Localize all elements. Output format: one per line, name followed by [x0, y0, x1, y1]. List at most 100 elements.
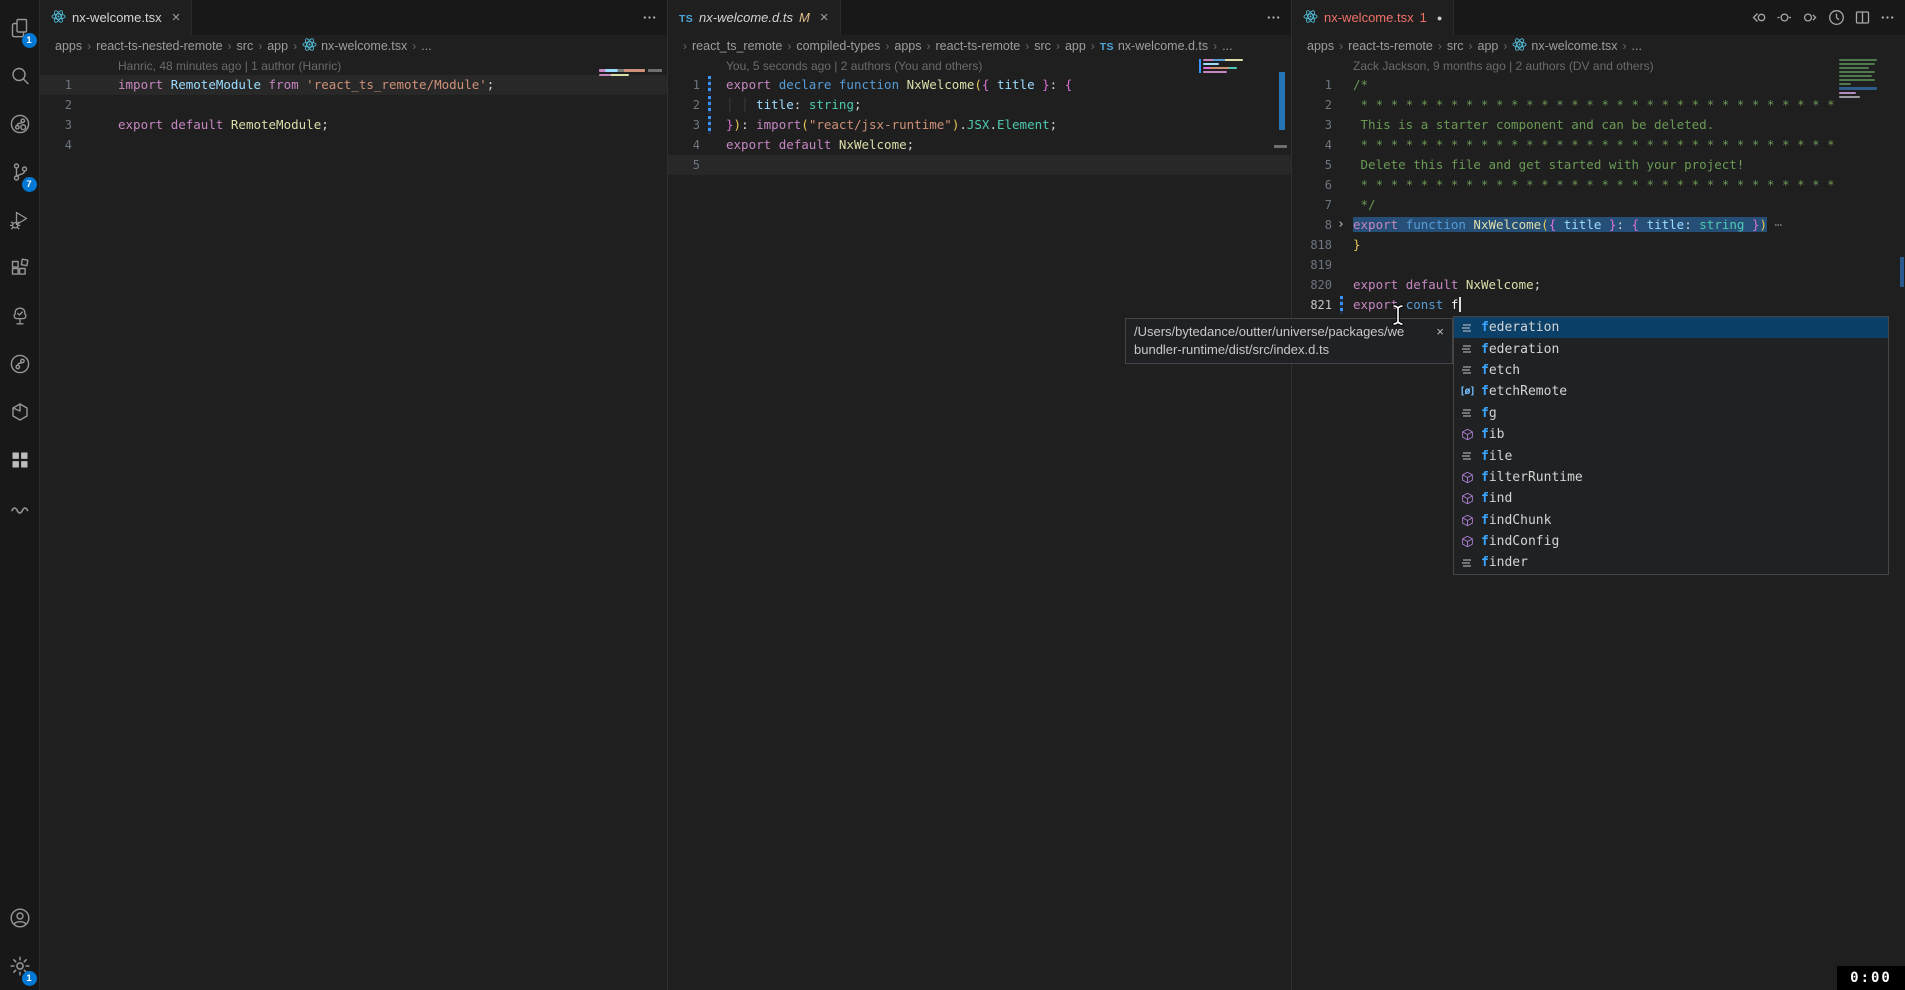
- nav-back-icon[interactable]: [1750, 9, 1767, 26]
- tab-nx-welcome.tsx[interactable]: nx-welcome.tsx1●: [1292, 0, 1454, 35]
- breadcrumb-item[interactable]: compiled-types: [796, 39, 880, 53]
- symbol-method-icon: [1459, 428, 1475, 441]
- activitybar-squiggle-icon[interactable]: [0, 484, 40, 532]
- minimap[interactable]: [1199, 59, 1243, 73]
- breadcrumb-item[interactable]: ...: [1222, 39, 1232, 53]
- suggest-item-find[interactable]: find: [1454, 488, 1888, 509]
- suggest-item-federation[interactable]: federation: [1454, 317, 1888, 338]
- code-line: 1import RemoteModule from 'react_ts_remo…: [40, 75, 667, 95]
- symbol-method-icon: [1459, 514, 1475, 527]
- breadcrumb-separator: ›: [1438, 39, 1442, 53]
- nav-forward-icon[interactable]: [1802, 9, 1819, 26]
- symbol-value-icon: [ø]: [1459, 386, 1475, 397]
- code-line: 818}: [1292, 235, 1905, 255]
- breadcrumb-item[interactable]: react-ts-remote: [936, 39, 1021, 53]
- gutter-decoration: [700, 135, 726, 155]
- code-text: export default NxWelcome;: [726, 135, 1291, 155]
- breadcrumb-item[interactable]: nx-welcome.tsx: [302, 37, 407, 55]
- tab-close-icon[interactable]: ×: [172, 10, 181, 25]
- suggest-item-fg[interactable]: fg: [1454, 403, 1888, 424]
- code-text: export declare function NxWelcome({ titl…: [726, 75, 1291, 95]
- activitybar-explorer-icon[interactable]: 1: [0, 4, 40, 52]
- breadcrumb-label: app: [1478, 39, 1499, 53]
- breadcrumb-item[interactable]: app: [1478, 39, 1499, 53]
- code-text: export default NxWelcome;: [1353, 275, 1905, 295]
- git-modified-gutter-marker: [708, 76, 711, 94]
- breadcrumb-item[interactable]: app: [1065, 39, 1086, 53]
- breadcrumb-item[interactable]: src: [237, 39, 254, 53]
- breadcrumb-label: apps: [894, 39, 921, 53]
- suggest-item-filterRuntime[interactable]: filterRuntime: [1454, 467, 1888, 488]
- activitybar-gitlens-icon[interactable]: [0, 100, 40, 148]
- fold-collapsed-icon[interactable]: ›: [1337, 215, 1345, 235]
- gutter-decoration: [1332, 255, 1353, 275]
- breadcrumb-item[interactable]: apps: [1307, 39, 1334, 53]
- suggest-item-label: find: [1481, 491, 1512, 506]
- breadcrumb-item[interactable]: app: [267, 39, 288, 53]
- breadcrumb-item[interactable]: react-ts-remote: [1348, 39, 1433, 53]
- activitybar-extensions-icon[interactable]: [0, 244, 40, 292]
- suggest-item-federation[interactable]: federation: [1454, 338, 1888, 359]
- activitybar-account-icon[interactable]: [0, 894, 40, 942]
- file-type-icon-ts: TS: [679, 10, 693, 25]
- split-editor-icon[interactable]: [1854, 9, 1871, 26]
- suggest-item-fib[interactable]: fib: [1454, 424, 1888, 445]
- breadcrumb-item[interactable]: src: [1034, 39, 1051, 53]
- breadcrumb-label: react_ts_remote: [692, 39, 782, 53]
- gutter-decoration: [700, 155, 726, 175]
- minimap[interactable]: [599, 69, 645, 76]
- line-number: 819: [1292, 255, 1332, 275]
- breadcrumb-item[interactable]: apps: [894, 39, 921, 53]
- breadcrumb-item[interactable]: apps: [55, 39, 82, 53]
- tab-nx-welcome.tsx[interactable]: nx-welcome.tsx×: [40, 0, 192, 35]
- history-icon[interactable]: [1828, 9, 1845, 26]
- activitybar-settings-icon[interactable]: 1: [0, 942, 40, 990]
- activitybar-grid-icon[interactable]: [0, 436, 40, 484]
- folded-range-highlight: export function NxWelcome({ title }: { t…: [1353, 217, 1767, 232]
- activitybar-box-icon[interactable]: [0, 388, 40, 436]
- suggest-item-finder[interactable]: finder: [1454, 552, 1888, 573]
- suggest-item-findChunk[interactable]: findChunk: [1454, 510, 1888, 531]
- suggest-item-fetch[interactable]: fetch: [1454, 360, 1888, 381]
- code-editor[interactable]: Hanric, 48 minutes ago | 1 author (Hanri…: [40, 57, 667, 990]
- activitybar-timeline-icon[interactable]: [0, 340, 40, 388]
- breadcrumb-item[interactable]: ...: [1632, 39, 1642, 53]
- suggest-item-findConfig[interactable]: findConfig: [1454, 531, 1888, 552]
- suggest-item-fetchRemote[interactable]: [ø]fetchRemote: [1454, 381, 1888, 402]
- breadcrumb-separator: ›: [1469, 39, 1473, 53]
- more-icon[interactable]: [1880, 10, 1895, 25]
- code-line: 819: [1292, 255, 1905, 275]
- minimap[interactable]: [1839, 59, 1877, 98]
- editor-actions: [1266, 0, 1291, 35]
- code-line: 820export default NxWelcome;: [1292, 275, 1905, 295]
- code-text: [726, 155, 1291, 175]
- breadcrumb-item[interactable]: nx-welcome.tsx: [1512, 37, 1617, 55]
- breadcrumb-item[interactable]: react-ts-nested-remote: [96, 39, 222, 53]
- gutter-decoration: [1332, 155, 1353, 175]
- code-editor[interactable]: You, 5 seconds ago | 2 authors (You and …: [668, 57, 1291, 990]
- tab-nx-welcome.d.ts[interactable]: TSnx-welcome.d.tsM×: [668, 0, 841, 35]
- tab-close-icon[interactable]: ×: [820, 10, 829, 25]
- breadcrumb-item[interactable]: ...: [421, 39, 431, 53]
- breadcrumb-item[interactable]: react_ts_remote: [692, 39, 782, 53]
- breadcrumb-separator: ›: [1339, 39, 1343, 53]
- code-line: 2 * * * * * * * * * * * * * * * * * * * …: [1292, 95, 1905, 115]
- gutter-decoration: [1332, 295, 1353, 315]
- nav-circle-icon[interactable]: [1776, 9, 1793, 26]
- activitybar-run-debug-icon[interactable]: [0, 196, 40, 244]
- breadcrumb-separator: ›: [412, 39, 416, 53]
- activitybar-test-tree-icon[interactable]: [0, 292, 40, 340]
- activitybar-search-icon[interactable]: [0, 52, 40, 100]
- more-icon[interactable]: [1266, 10, 1281, 25]
- more-icon[interactable]: [642, 10, 657, 25]
- activitybar-source-control-icon[interactable]: 7: [0, 148, 40, 196]
- breadcrumb-item[interactable]: TSnx-welcome.d.ts: [1100, 39, 1208, 53]
- badge-count: 1: [22, 33, 37, 48]
- close-icon[interactable]: ×: [1436, 323, 1444, 341]
- suggest-widget: federationfederationfetch[ø]fetchRemotef…: [1453, 316, 1889, 575]
- breadcrumb-item[interactable]: src: [1447, 39, 1464, 53]
- suggest-item-file[interactable]: file: [1454, 445, 1888, 466]
- code-text: /*: [1353, 75, 1905, 95]
- overview-ruler-mark: [648, 69, 662, 72]
- suggest-item-label: federation: [1481, 342, 1559, 357]
